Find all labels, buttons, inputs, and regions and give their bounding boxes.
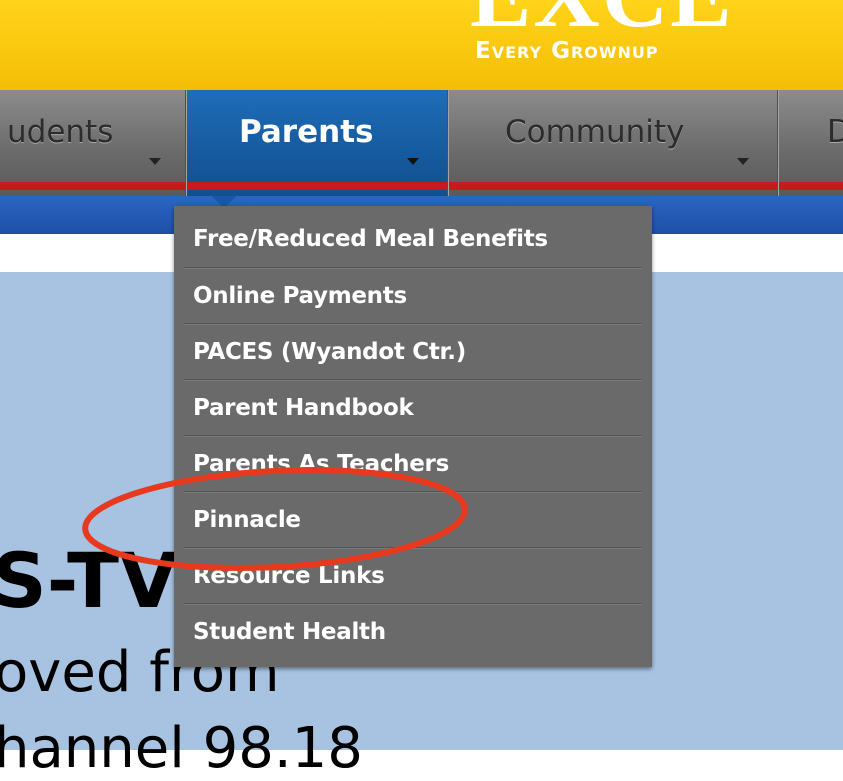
menu-item-free-reduced-meal-benefits[interactable]: Free/Reduced Meal Benefits: [184, 212, 642, 268]
menu-item-label: PACES (Wyandot Ctr.): [193, 339, 466, 365]
nav-underline: [0, 182, 185, 190]
menu-item-parent-handbook[interactable]: Parent Handbook: [184, 380, 642, 436]
nav-underline: [187, 182, 447, 190]
menu-item-label: Free/Reduced Meal Benefits: [193, 226, 548, 252]
nav-item-label: D: [827, 114, 843, 150]
nav-item-label: Community: [505, 114, 685, 150]
nav-item-label: Parents: [239, 114, 374, 150]
nav-item-students[interactable]: udents: [0, 90, 186, 196]
chevron-down-icon: [407, 158, 419, 165]
parents-dropdown-menu: Free/Reduced Meal Benefits Online Paymen…: [174, 206, 652, 667]
nav-item-parents[interactable]: Parents: [186, 90, 448, 196]
chevron-down-icon: [737, 158, 749, 165]
menu-item-online-payments[interactable]: Online Payments: [184, 268, 642, 324]
menu-item-student-health[interactable]: Student Health: [184, 604, 642, 660]
nav-item-next[interactable]: D: [778, 90, 843, 196]
menu-item-label: Online Payments: [193, 283, 407, 309]
menu-item-label: Student Health: [193, 619, 386, 645]
main-nav: udents Parents Community D: [0, 90, 843, 196]
highlight-ellipse-annotation: [82, 467, 468, 571]
nav-item-label: udents: [7, 114, 114, 150]
site-banner: EXCE Every Grownup: [0, 0, 843, 90]
nav-item-community[interactable]: Community: [448, 90, 778, 196]
nav-underline: [449, 182, 777, 190]
banner-tagline: Every Grownup: [475, 38, 659, 64]
nav-underline: [779, 182, 843, 190]
content-text-line: hannel 98.18: [0, 716, 363, 781]
chevron-down-icon: [149, 158, 161, 165]
menu-item-label: Parent Handbook: [193, 395, 414, 421]
menu-item-paces[interactable]: PACES (Wyandot Ctr.): [184, 324, 642, 380]
